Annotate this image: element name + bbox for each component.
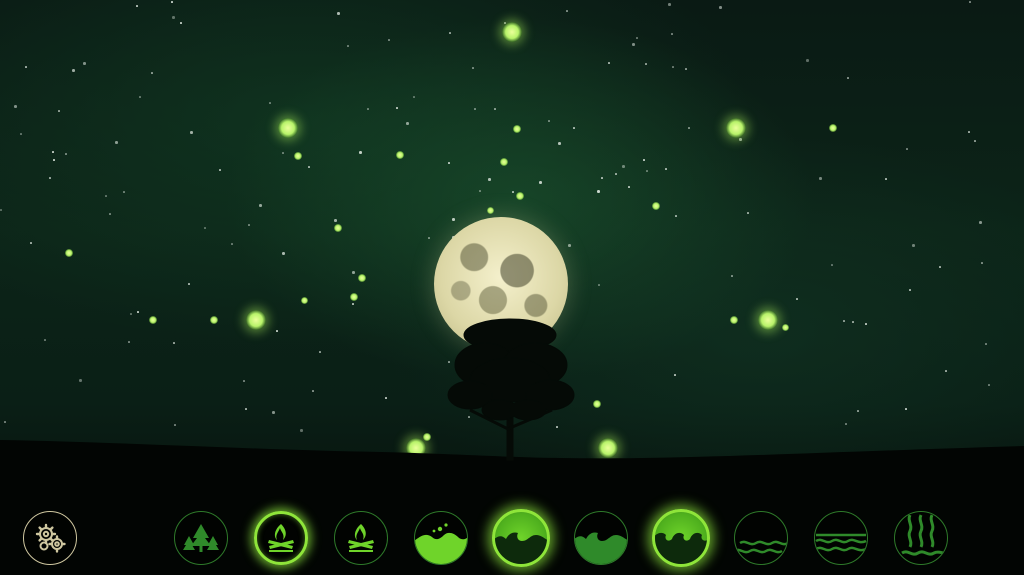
waves-icon xyxy=(575,512,627,564)
sound-button-campfire[interactable] xyxy=(254,511,308,565)
water-splash-icon xyxy=(415,512,467,564)
sound-button-water-ripple[interactable] xyxy=(734,511,788,565)
sound-button-river[interactable] xyxy=(814,511,868,565)
sound-button-water-splash[interactable] xyxy=(414,511,468,565)
campfire-icon xyxy=(341,518,381,558)
sound-button-waves[interactable] xyxy=(492,509,550,567)
ground-silhouette xyxy=(0,440,1024,575)
waterfall-icon xyxy=(895,512,947,564)
sound-button-waterfall[interactable] xyxy=(894,511,948,565)
ocean-waves-icon xyxy=(655,512,707,564)
campfire-icon xyxy=(261,518,301,558)
sound-button-ocean-waves[interactable] xyxy=(652,509,710,567)
water-ripple-icon xyxy=(735,512,787,564)
forest-icon xyxy=(181,518,221,558)
sound-button-waves[interactable] xyxy=(574,511,628,565)
tree-silhouette xyxy=(447,318,575,461)
gears-icon xyxy=(32,520,68,556)
waves-icon xyxy=(495,512,547,564)
settings-button[interactable] xyxy=(23,511,77,565)
sound-button-campfire[interactable] xyxy=(334,511,388,565)
sound-button-forest[interactable] xyxy=(174,511,228,565)
river-icon xyxy=(815,512,867,564)
